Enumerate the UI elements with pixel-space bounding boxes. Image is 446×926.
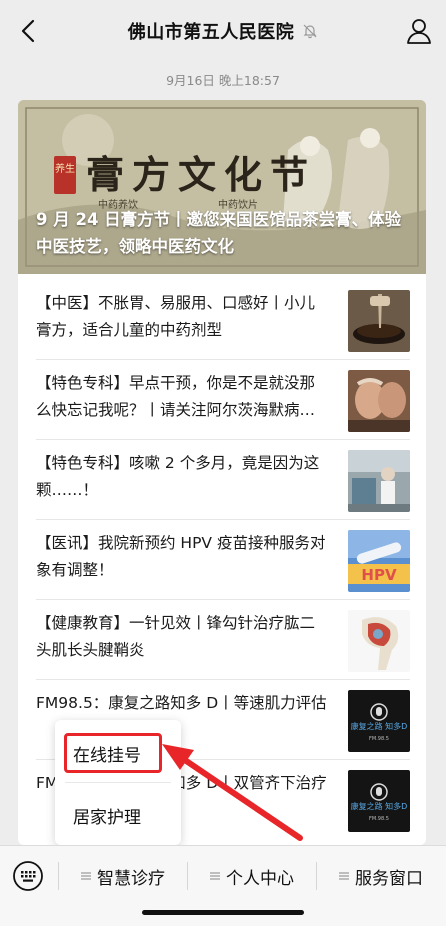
menu-label: 智慧诊疗 [97,868,165,889]
radio-logo-sub: FM.98.5 [369,816,389,822]
radio-logo-image: 康复之路 知多D FM.98.5 [348,770,410,832]
title-group: 佛山市第五人民医院 [128,18,319,44]
article-item[interactable]: 【医讯】我院新预约 HPV 疫苗接种服务对象有调整！ HPV [36,520,410,600]
elderly-care-image [348,370,410,432]
article-thumbnail: 康复之路 知多D FM.98.5 [348,770,410,832]
page-title: 佛山市第五人民医院 [127,22,295,43]
article-thumbnail [348,450,410,512]
mute-bell-icon [303,24,317,39]
article-item[interactable]: 【中医】不胀胃、易服用、口感好丨小儿膏方，适合儿童的中药剂型 [36,280,410,360]
article-title: FM98.5：康复之路知多 D丨等速肌力评估 [36,694,327,712]
annotation-arrow-icon [162,744,303,841]
hero-title: 9 月 24 日膏方节丨邀您来国医馆品茶尝膏、体验中医技艺，领略中医药文化 [36,210,402,256]
menu-personal-center[interactable]: 个人中心 [188,858,316,894]
article-thumbnail [348,290,410,352]
radio-logo-image: 康复之路 知多D FM.98.5 [348,690,410,752]
menu-service-window[interactable]: 服务窗口 [318,858,444,894]
radio-logo-sub: FM.98.5 [369,736,389,742]
article-title: 【医讯】我院新预约 HPV 疫苗接种服务对象有调整！ [36,534,326,579]
hero-article[interactable]: 养生 膏方文化节 中药养饮 中药饮片 9 月 24 日膏方节丨邀您来国医馆品茶尝… [18,100,426,274]
article-thumbnail: 康复之路 知多D FM.98.5 [348,690,410,752]
article-item[interactable]: 【特色专科】早点干预，你是不是就没那么快忘记我呢？丨请关注阿尔茨海默病… [36,360,410,440]
svg-text:HPV: HPV [361,566,397,584]
navigation-bar: 佛山市第五人民医院 [0,0,446,62]
shoulder-anatomy-image [348,610,410,672]
article-thumbnail [348,370,410,432]
menu-lines-icon [210,872,220,880]
menu-label: 个人中心 [226,868,294,889]
article-title: 【中医】不胀胃、易服用、口感好丨小儿膏方，适合儿童的中药剂型 [36,294,316,339]
article-title: 【健康教育】一针见效丨锋勾针治疗肱二头肌长头腱鞘炎 [36,614,316,659]
article-thumbnail [348,610,410,672]
back-icon[interactable] [14,16,44,46]
hero-art-text: 膏方文化节 [86,152,316,197]
home-indicator [142,910,304,915]
profile-icon[interactable] [404,16,434,46]
hospital-ward-image [348,450,410,512]
message-timestamp: 9月16日 晚上18:57 [166,73,280,88]
seal-text: 养生 [55,162,75,175]
menu-lines-icon [339,872,349,880]
article-item[interactable]: 【特色专科】咳嗽 2 个多月，竟是因为这颗……！ [36,440,410,520]
menu-lines-icon [81,872,91,880]
hpv-vaccine-image: HPV [348,530,410,592]
menu-divider [58,862,59,890]
article-item[interactable]: 【健康教育】一针见效丨锋勾针治疗肱二头肌长头腱鞘炎 [36,600,410,680]
radio-logo-text: 康复之路 知多D [351,801,408,811]
highlight-box [64,733,162,773]
medicine-bowl-image [348,290,410,352]
menu-label: 服务窗口 [355,868,423,889]
menu-divider [316,862,317,890]
article-title: 【特色专科】早点干预，你是不是就没那么快忘记我呢？丨请关注阿尔茨海默病… [36,374,316,419]
radio-logo-text: 康复之路 知多D [351,721,408,731]
menu-smart-diagnosis[interactable]: 智慧诊疗 [60,858,186,894]
article-title: 【特色专科】咳嗽 2 个多月，竟是因为这颗……！ [36,454,320,499]
keyboard-icon[interactable] [12,860,44,892]
article-thumbnail: HPV [348,530,410,592]
